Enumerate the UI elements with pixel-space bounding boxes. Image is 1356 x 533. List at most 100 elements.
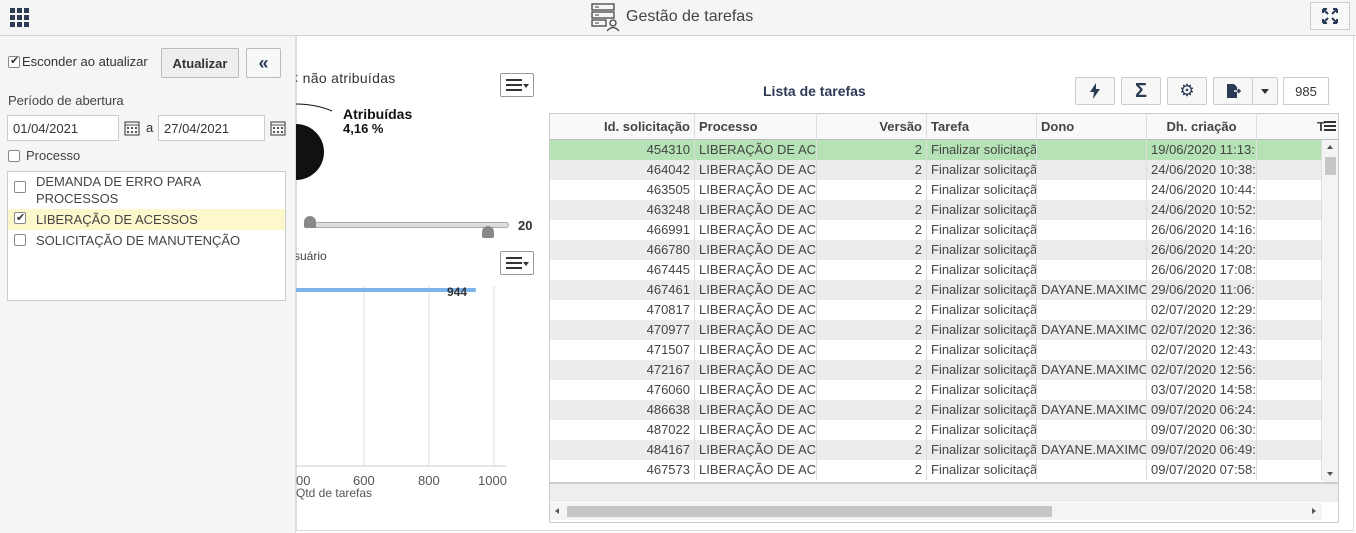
cell-task: Finalizar solicitaçã <box>927 140 1037 160</box>
bar-data-label: 944 <box>447 285 468 299</box>
table-row[interactable]: 467445 LIBERAÇÃO DE AC 2 Finalizar solicita… <box>550 260 1322 280</box>
cell-t <box>1257 220 1322 240</box>
table-row[interactable]: 467573 LIBERAÇÃO DE AC 2 Finalizar solicita… <box>550 460 1322 480</box>
sigma-icon: Σ <box>1134 79 1147 102</box>
table-row[interactable]: 470817 LIBERAÇÃO DE AC 2 Finalizar solicita… <box>550 300 1322 320</box>
cell-owner <box>1037 140 1147 160</box>
cell-t <box>1257 240 1322 260</box>
table-row[interactable]: 476060 LIBERAÇÃO DE AC 2 Finalizar solicita… <box>550 380 1322 400</box>
cell-task: Finalizar solicitaçã <box>927 340 1037 360</box>
slider-handle-left[interactable] <box>304 216 316 228</box>
slider-handle-right[interactable] <box>482 226 494 238</box>
export-button[interactable] <box>1213 77 1253 105</box>
cell-process: LIBERAÇÃO DE AC <box>695 380 817 400</box>
scroll-thumb[interactable] <box>567 506 1052 517</box>
table-row[interactable]: 464042 LIBERAÇÃO DE AC 2 Finalizar solicita… <box>550 160 1322 180</box>
checkbox-checked[interactable] <box>8 54 20 68</box>
cell-created: 26/06/2020 17:08: <box>1147 260 1257 280</box>
table-row[interactable]: 463505 LIBERAÇÃO DE AC 2 Finalizar solicita… <box>550 180 1322 200</box>
table-row[interactable]: 471507 LIBERAÇÃO DE AC 2 Finalizar solicita… <box>550 340 1322 360</box>
scroll-thumb[interactable] <box>1325 157 1336 175</box>
cell-version: 2 <box>817 220 927 240</box>
cell-version: 2 <box>817 300 927 320</box>
collapse-panel-button[interactable]: « <box>246 48 281 78</box>
column-menu-icon[interactable] <box>1324 121 1336 131</box>
slider-track[interactable] <box>306 222 509 228</box>
scroll-down-icon[interactable] <box>1327 472 1333 476</box>
cell-t <box>1257 440 1322 460</box>
checkbox-unchecked[interactable] <box>14 234 26 246</box>
export-dropdown-button[interactable] <box>1252 77 1278 105</box>
table-row[interactable]: 466780 LIBERAÇÃO DE AC 2 Finalizar solicita… <box>550 240 1322 260</box>
scroll-up-icon[interactable] <box>1327 145 1333 149</box>
cell-created: 09/07/2020 06:24: <box>1147 400 1257 420</box>
scroll-left-icon[interactable] <box>555 508 559 514</box>
page-title: Gestão de tarefas <box>626 8 754 25</box>
cell-t <box>1257 360 1322 380</box>
column-header-task[interactable]: Tarefa <box>927 114 1037 140</box>
column-header-owner[interactable]: Dono <box>1037 114 1147 140</box>
fullscreen-button[interactable] <box>1310 2 1350 30</box>
column-header-t[interactable]: T <box>1257 114 1329 140</box>
cell-version: 2 <box>817 440 927 460</box>
cell-owner <box>1037 220 1147 240</box>
update-button[interactable]: Atualizar <box>161 48 239 78</box>
cell-process: LIBERAÇÃO DE AC <box>695 320 817 340</box>
cell-t <box>1257 340 1322 360</box>
table-row[interactable]: 466991 LIBERAÇÃO DE AC 2 Finalizar solicita… <box>550 220 1322 240</box>
sum-button[interactable]: Σ <box>1121 77 1161 105</box>
cell-task: Finalizar solicitaçã <box>927 400 1037 420</box>
cell-created: 24/06/2020 10:38: <box>1147 160 1257 180</box>
scroll-right-icon[interactable] <box>1312 508 1316 514</box>
bar-chart-title: suário <box>296 249 327 263</box>
table-row[interactable]: 472167 LIBERAÇÃO DE AC 2 Finalizar solicita… <box>550 360 1322 380</box>
table-row[interactable]: 470977 LIBERAÇÃO DE AC 2 Finalizar solicita… <box>550 320 1322 340</box>
vertical-scrollbar[interactable] <box>1322 140 1338 482</box>
apps-grid-icon[interactable] <box>10 8 30 28</box>
process-item[interactable]: SOLICITAÇÃO DE MANUTENÇÃO <box>8 230 285 251</box>
cell-process: LIBERAÇÃO DE AC <box>695 420 817 440</box>
checkbox-checked[interactable] <box>14 210 26 227</box>
quick-action-button[interactable] <box>1075 77 1115 105</box>
cell-created: 09/07/2020 07:58: <box>1147 460 1257 480</box>
table-row[interactable]: 463248 LIBERAÇÃO DE AC 2 Finalizar solicita… <box>550 200 1322 220</box>
cell-t <box>1257 280 1322 300</box>
cell-t <box>1257 160 1322 180</box>
checkbox-unchecked[interactable] <box>14 181 26 193</box>
bar-chart-menu-button[interactable] <box>500 251 534 275</box>
cell-t <box>1257 380 1322 400</box>
column-header-created[interactable]: Dh. criação <box>1147 114 1257 140</box>
table-row[interactable]: 454310 LIBERAÇÃO DE AC 2 Finalizar solicita… <box>550 140 1322 160</box>
pie-chart-menu-button[interactable] <box>500 73 534 97</box>
cell-id: 476060 <box>550 380 695 400</box>
hide-on-update-checkbox[interactable]: Esconder ao atualizar <box>8 54 148 69</box>
table-row[interactable]: 486638 LIBERAÇÃO DE AC 2 Finalizar solicita… <box>550 400 1322 420</box>
cell-owner <box>1037 340 1147 360</box>
table-row[interactable]: 487022 LIBERAÇÃO DE AC 2 Finalizar solicita… <box>550 420 1322 440</box>
cell-created: 09/07/2020 06:30: <box>1147 420 1257 440</box>
table-row[interactable]: 484167 LIBERAÇÃO DE AC 2 Finalizar solicita… <box>550 440 1322 460</box>
cell-created: 24/06/2020 10:44: <box>1147 180 1257 200</box>
date-to-field[interactable]: 27/04/2021 <box>158 115 265 141</box>
cell-task: Finalizar solicitaçã <box>927 240 1037 260</box>
cell-task: Finalizar solicitaçã <box>927 360 1037 380</box>
cell-task: Finalizar solicitaçã <box>927 380 1037 400</box>
date-from-field[interactable]: 01/04/2021 <box>7 115 119 141</box>
calendar-icon[interactable] <box>124 120 140 136</box>
settings-button[interactable]: ⚙ <box>1167 77 1207 105</box>
column-header-version[interactable]: Versão <box>817 114 927 140</box>
checkbox-unchecked[interactable] <box>8 149 20 162</box>
cell-version: 2 <box>817 420 927 440</box>
process-item[interactable]: LIBERAÇÃO DE ACESSOS <box>8 209 285 230</box>
horizontal-scrollbar[interactable] <box>550 503 1322 520</box>
column-header-id[interactable]: Id. solicitação <box>550 114 695 140</box>
cell-task: Finalizar solicitaçã <box>927 220 1037 240</box>
column-header-process[interactable]: Processo <box>695 114 817 140</box>
process-select-all[interactable]: Processo <box>8 148 80 163</box>
process-item[interactable]: DEMANDA DE ERRO PARA PROCESSOS <box>8 172 285 209</box>
cell-process: LIBERAÇÃO DE AC <box>695 280 817 300</box>
cell-process: LIBERAÇÃO DE AC <box>695 300 817 320</box>
calendar-icon[interactable] <box>270 120 286 136</box>
table-row[interactable]: 467461 LIBERAÇÃO DE AC 2 Finalizar solicita… <box>550 280 1322 300</box>
cell-task: Finalizar solicitaçã <box>927 160 1037 180</box>
